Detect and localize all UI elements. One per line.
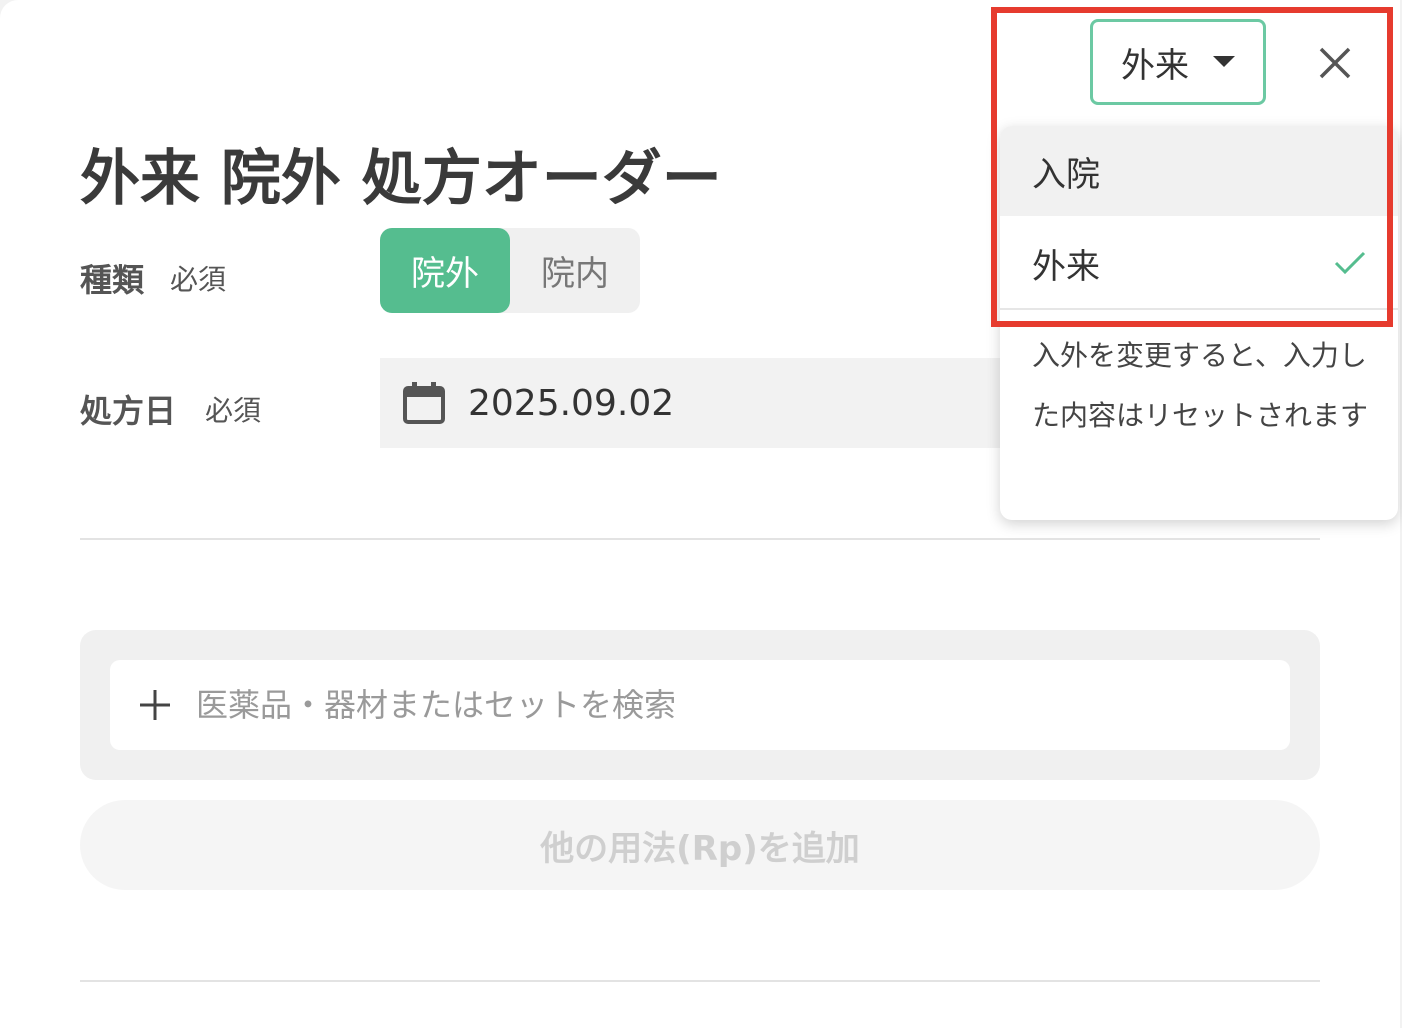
search-container — [80, 630, 1320, 780]
date-value: 2025.09.02 — [468, 382, 675, 424]
menu-item-label: 外来 — [1032, 246, 1100, 287]
visit-type-select-value: 外来 — [1121, 45, 1189, 86]
type-option-outside[interactable]: 院外 — [380, 228, 510, 313]
date-required-badge: 必須 — [205, 394, 262, 427]
visit-type-dropdown-menu: 入院 外来 入外を変更すると、入力した内容はリセットされます — [1000, 126, 1398, 520]
search-input[interactable] — [196, 686, 1246, 724]
order-panel: 外来 院外 処方オーダー 種類 必須 院外 院内 処方日 必須 2025.09.… — [0, 0, 1400, 1028]
prescription-date-field[interactable]: 2025.09.02 — [380, 358, 1010, 448]
search-box — [110, 660, 1290, 750]
date-label: 処方日 — [80, 392, 177, 430]
reset-warning-note: 入外を変更すると、入力した内容はリセットされます — [1032, 339, 1369, 432]
type-required-badge: 必須 — [170, 263, 227, 296]
menu-item-inpatient[interactable]: 入院 — [1000, 126, 1398, 216]
caret-down-icon — [1213, 56, 1235, 67]
divider — [80, 538, 1320, 540]
plus-icon[interactable] — [138, 688, 172, 722]
menu-divider — [1000, 308, 1398, 310]
add-rp-button[interactable]: 他の用法(Rp)を追加 — [80, 800, 1320, 890]
visit-type-select[interactable]: 外来 — [1090, 19, 1266, 105]
calendar-icon — [403, 382, 445, 424]
close-icon[interactable] — [1318, 46, 1352, 80]
check-icon — [1334, 251, 1366, 275]
divider — [80, 980, 1320, 982]
page-title: 外来 院外 処方オーダー — [80, 144, 722, 214]
type-label: 種類 — [80, 261, 145, 299]
menu-item-outpatient[interactable]: 外来 — [1000, 218, 1398, 308]
menu-item-label: 入院 — [1032, 154, 1100, 195]
type-option-inside[interactable]: 院内 — [510, 228, 640, 313]
type-segmented-control: 院外 院内 — [380, 228, 640, 313]
